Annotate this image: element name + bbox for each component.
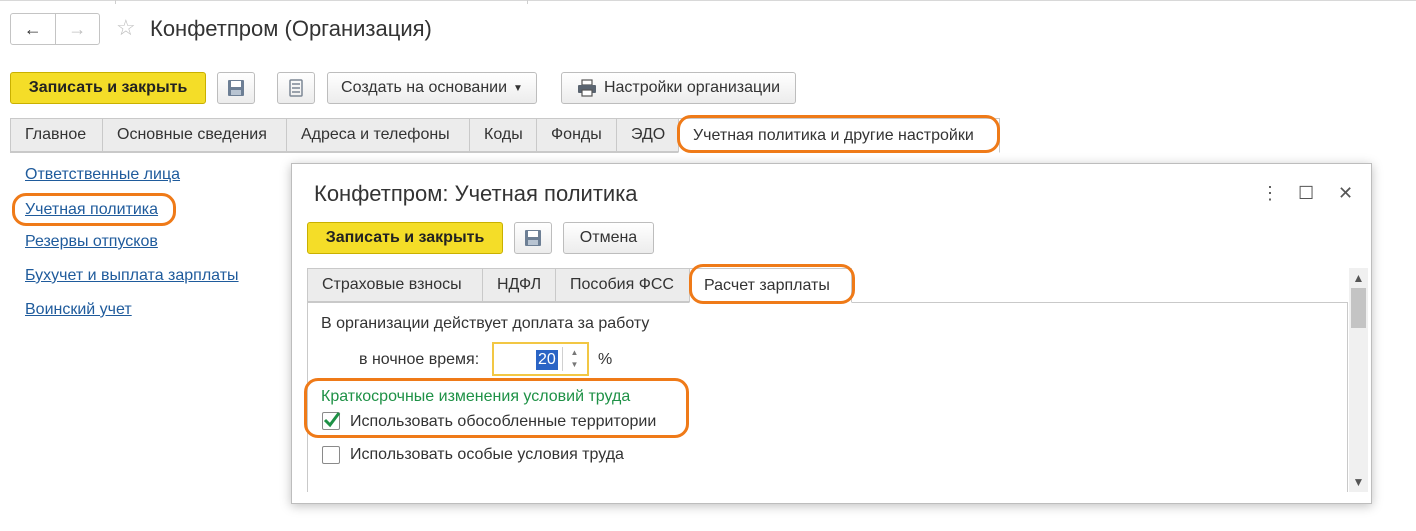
tab-fss-benefits[interactable]: Пособия ФСС <box>555 268 689 302</box>
org-settings-label: Настройки организации <box>603 79 781 96</box>
tab-basic-info[interactable]: Основные сведения <box>102 118 286 152</box>
special-conditions-checkbox[interactable] <box>322 446 340 464</box>
create-based-on-label: Создать на основании <box>341 79 508 96</box>
dropdown-arrow-icon: ▼ <box>513 82 523 94</box>
tab-funds[interactable]: Фонды <box>536 118 616 152</box>
tab-edo[interactable]: ЭДО <box>616 118 678 152</box>
more-options-icon[interactable]: ⋮ <box>1261 182 1279 204</box>
sidebar-item-accounting-policy[interactable]: Учетная политика <box>25 200 158 220</box>
section-title: Краткосрочные изменения условий труда <box>321 388 631 405</box>
favorite-star-icon[interactable]: ☆ <box>116 15 136 41</box>
printer-icon <box>577 79 596 97</box>
save-close-button[interactable]: Записать и закрыть <box>10 72 206 104</box>
tab-codes[interactable]: Коды <box>469 118 536 152</box>
close-icon[interactable]: ✕ <box>1338 182 1353 204</box>
save-button[interactable] <box>217 72 255 104</box>
scroll-up-icon[interactable]: ▲ <box>1349 268 1368 288</box>
sidebar-item-vacation-reserves[interactable]: Резервы отпусков <box>25 232 158 252</box>
special-conditions-checkbox-label[interactable]: Использовать особые условия труда <box>350 445 624 465</box>
report-list-icon <box>289 79 303 97</box>
maximize-icon[interactable]: ☐ <box>1298 182 1314 204</box>
cancel-button[interactable]: Отмена <box>563 222 654 254</box>
history-nav: ← → <box>10 13 100 45</box>
top-divider <box>0 0 1416 1</box>
tab-addresses-phones[interactable]: Адреса и телефоны <box>286 118 469 152</box>
checkmark-icon <box>323 412 341 428</box>
tab-ndfl[interactable]: НДФЛ <box>482 268 555 302</box>
tab-payroll-calculation[interactable]: Расчет зарплаты <box>689 268 852 303</box>
forward-arrow-icon[interactable]: → <box>56 14 100 44</box>
sidebar-item-responsible-persons[interactable]: Ответственные лица <box>25 165 180 185</box>
scroll-thumb[interactable] <box>1351 288 1366 328</box>
tab-main[interactable]: Главное <box>10 118 102 152</box>
territories-checkbox-label[interactable]: Использовать обособленные территории <box>350 412 656 432</box>
create-based-on-button[interactable]: Создать на основании ▼ <box>327 72 537 104</box>
window-title: Конфетпром (Организация) <box>150 16 432 41</box>
percent-sign: % <box>598 351 613 368</box>
surcharge-label: В организации действует доплата за работ… <box>321 315 650 332</box>
top-divider-tick <box>115 0 116 4</box>
floppy-disk-icon <box>228 80 244 96</box>
dialog-title: Конфетпром: Учетная политика <box>314 181 638 206</box>
vertical-scrollbar[interactable]: ▲ ▼ <box>1349 268 1368 492</box>
sidebar-item-payroll-accounting[interactable]: Бухучет и выплата зарплаты <box>25 266 239 286</box>
report-button[interactable] <box>277 72 315 104</box>
org-settings-button[interactable]: Настройки организации <box>561 72 796 104</box>
night-time-label: в ночное время: <box>359 351 480 368</box>
accounting-policy-dialog: Конфетпром: Учетная политика ⋮ ☐ ✕ Запис… <box>291 163 1372 504</box>
tab-accounting-policy[interactable]: Учетная политика и другие настройки <box>678 118 1000 153</box>
tab-insurance-contributions[interactable]: Страховые взносы <box>307 268 482 302</box>
scroll-down-icon[interactable]: ▼ <box>1349 472 1368 492</box>
sidebar-item-military-registration[interactable]: Воинский учет <box>25 300 132 320</box>
floppy-disk-icon <box>525 230 541 246</box>
territories-checkbox[interactable] <box>322 412 341 430</box>
night-percent-value[interactable]: 20 <box>536 350 558 370</box>
night-percent-field[interactable]: 20 ▲ ▼ <box>492 342 589 376</box>
spinner-arrows-icon[interactable]: ▲ ▼ <box>562 347 586 371</box>
back-arrow-icon[interactable]: ← <box>11 14 56 44</box>
top-divider-tick <box>527 0 528 4</box>
dialog-save-button[interactable] <box>514 222 552 254</box>
dialog-save-close-button[interactable]: Записать и закрыть <box>307 222 503 254</box>
